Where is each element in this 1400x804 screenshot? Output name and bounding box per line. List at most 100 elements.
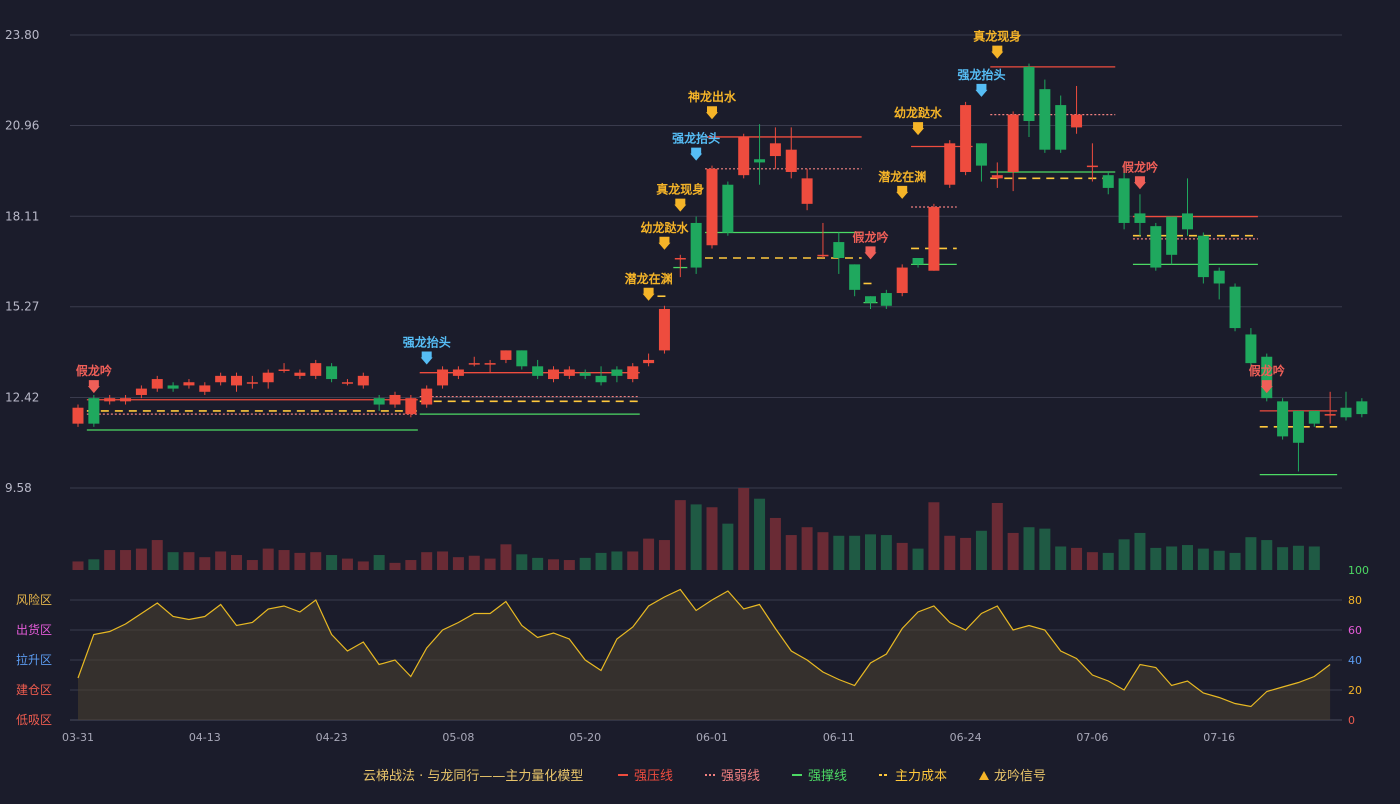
candle-body [674,257,686,260]
volume-bar [120,550,132,570]
candle-body [627,366,639,380]
legend-label-pressure: 强压线 [634,769,673,784]
volume-bar [579,557,591,570]
zone-label: 建仓区 [16,683,52,697]
chart-root: 23.80 20.96 18.11 15.27 12.42 9.58 假龙吟 强龙抬头 潜龙在… [0,0,1400,800]
price-tick-label: 12.42 [5,391,39,405]
legend-title: 云梯战法 · 与龙同行——主力量化模型 [363,769,583,784]
candle-body [1055,105,1067,150]
candle-body [389,394,401,405]
candle-body [1102,175,1114,188]
volume-bar [1150,547,1162,570]
candle-body [199,385,211,392]
volume-bar [1071,547,1083,570]
candle-body [405,398,417,415]
candle-body [373,398,385,405]
volume-bar [896,542,908,570]
date-tick-label: 06-01 [696,731,728,744]
candle-body [516,350,528,367]
candle-body [658,308,670,351]
candle-body [262,372,274,383]
date-tick-label: 04-23 [316,731,348,744]
legend-label-support: 强撑线 [808,769,847,784]
volume-bar [310,552,322,570]
signal-label: 强龙抬头 [403,334,451,349]
volume-bar [516,554,528,570]
indicator-tick-label: 100 [1348,564,1369,577]
volume-bar [1229,552,1241,570]
candle-body [1197,235,1209,278]
candle-body [183,382,195,386]
volume-bar [88,559,100,570]
price-tick-label: 18.11 [5,209,39,223]
volume-bar [373,555,385,570]
signal-label: 真龙现身 [656,182,704,197]
volume-bar [960,537,972,570]
candle-body [1039,89,1051,150]
indicator-tick-label: 40 [1348,654,1362,667]
volume-bar [532,557,544,570]
volume-bar [1086,552,1098,570]
candle-body [484,363,496,365]
volume-bar [389,562,401,570]
signal-label: 真龙现身 [973,29,1021,44]
date-tick-label: 07-06 [1076,731,1108,744]
volume-bar [341,558,353,570]
volume-bar [215,551,227,570]
volume-bar [1197,548,1209,570]
candle-body [595,375,607,383]
candle-body [468,363,480,365]
volume-bar [72,561,84,570]
dragon-quant-chart: 23.8020.9618.1115.2712.429.58 假龙吟强龙抬头潜龙在… [0,0,1400,800]
candle-body [1245,334,1257,364]
candle-body [1229,286,1241,329]
volume-bar [1134,532,1146,570]
volume-bar [405,560,417,570]
price-tick-label: 23.80 [5,28,39,42]
volume-bar [1023,527,1035,570]
date-tick-label: 04-13 [189,731,221,744]
candle-body [611,369,623,376]
signal-label: 强龙抬头 [672,131,720,146]
volume-bar [1118,539,1130,570]
signal-label: 神龙出水 [688,89,737,104]
candle-body [738,136,750,176]
candle-body [548,369,559,380]
volume-bar [627,551,639,570]
candle-body [1182,213,1193,230]
volume-bar [1039,528,1051,570]
volume-bar [563,560,575,570]
volume-bar [1055,546,1067,570]
zone-label: 低吸区 [16,713,52,727]
volume-bar [1213,550,1225,570]
legend-label-weak: 强弱线 [721,769,760,784]
volume-bar [1261,540,1273,570]
candle-body [246,382,258,384]
legend-label-cost: 主力成本 [895,769,947,784]
candle-body [1340,407,1352,418]
signal-label: 幼龙跶水 [894,105,943,120]
candle-body [849,264,861,290]
candle-body [1071,114,1083,128]
volume-bar [1166,546,1178,570]
zone-label: 拉升区 [16,652,52,667]
volume-bar [706,507,718,570]
candle-body [294,372,306,376]
signal-label: 幼龙跶水 [640,220,689,235]
volume-bar [912,548,924,570]
candle-body [1023,66,1035,122]
candle-body [563,369,575,376]
zone-label: 风险区 [16,592,52,607]
candle-body [960,105,972,172]
candle-body [452,369,464,376]
volume-bar [500,544,512,570]
signal-label: 假龙吟 [1122,159,1158,174]
candle-body [1150,226,1162,268]
candle-body [167,385,179,389]
legend-label-signal: 龙吟信号 [994,768,1046,784]
indicator-tick-label: 20 [1348,684,1362,697]
date-tick-label: 05-08 [442,731,474,744]
candle-body [1166,216,1178,255]
candle-body [532,366,544,376]
volume-bar [801,527,813,570]
